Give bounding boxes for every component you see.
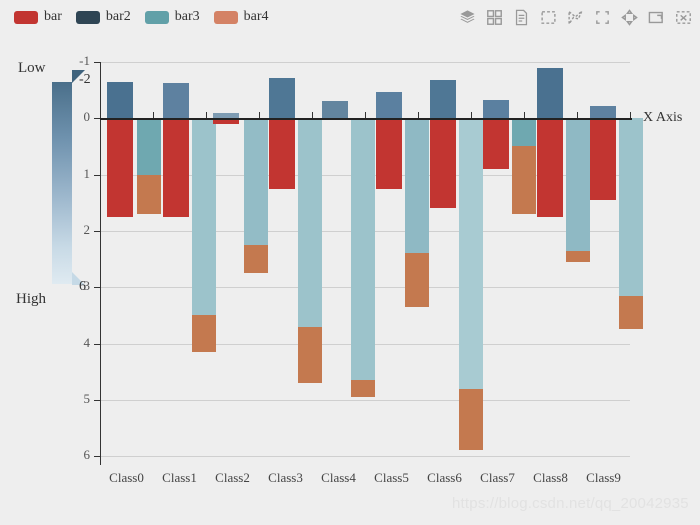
stack-icon[interactable] (459, 9, 476, 26)
bar-Class8-bar2[interactable] (537, 67, 563, 119)
bar-Class8-bar4[interactable] (566, 250, 590, 262)
bar-Class4-bar2[interactable] (322, 101, 348, 119)
watermark: https://blog.csdn.net/qq_20042935 (452, 495, 689, 512)
legend-swatch-icon (213, 10, 238, 24)
keep-select-icon[interactable] (594, 9, 611, 26)
legend-label: bar3 (174, 9, 200, 24)
y-tick-label: 2 (83, 221, 91, 237)
bar-Class0-bar4[interactable] (137, 174, 161, 214)
bar-Class0-bar3[interactable] (137, 118, 161, 175)
bar-Class6-bar2[interactable] (430, 80, 456, 119)
legend-swatch-icon (144, 10, 169, 24)
bar-Class6-bar4[interactable] (459, 388, 483, 451)
x-tick-label-Class9: Class9 (586, 470, 621, 485)
bar-Class6-bar3[interactable] (459, 118, 483, 389)
cancel-select-icon[interactable] (675, 9, 692, 26)
bar-Class0-bar2[interactable] (107, 81, 133, 119)
visual-map-min-value: -2 (79, 72, 91, 87)
bar-Class9-bar4[interactable] (619, 295, 643, 330)
restore-icon[interactable] (648, 9, 665, 26)
bar-Class0-bar[interactable] (107, 118, 133, 217)
bar-Class4-bar3[interactable] (351, 118, 375, 381)
legend-item-bar2[interactable]: bar2 (75, 9, 131, 25)
bar-Class7-bar[interactable] (483, 118, 509, 169)
legend-item-bar[interactable]: bar (14, 9, 62, 25)
bar-Class3-bar4[interactable] (298, 326, 322, 383)
bar-Class1-bar4[interactable] (192, 315, 216, 352)
legend-label: bar2 (105, 9, 131, 24)
x-axis-name: X Axis (643, 110, 683, 125)
bar-Class7-bar4[interactable] (512, 146, 536, 214)
lasso-select-icon[interactable] (567, 9, 584, 26)
gridline (100, 62, 630, 63)
gridline (100, 456, 630, 458)
bar-Class3-bar2[interactable] (269, 77, 295, 119)
legend-item-bar3[interactable]: bar3 (144, 9, 200, 25)
y-tick-label: 3 (83, 278, 91, 294)
bar-Class9-bar2[interactable] (590, 105, 616, 119)
bar-Class2-bar3[interactable] (244, 118, 268, 245)
legend-item-bar4[interactable]: bar4 (213, 9, 269, 25)
bar-Class8-bar3[interactable] (566, 118, 590, 251)
gridline (100, 399, 630, 401)
chart-legend: bar bar2 bar3 bar4 (14, 6, 283, 28)
bar-Class5-bar2[interactable] (376, 91, 402, 119)
bar-Class2-bar4[interactable] (244, 244, 268, 274)
bar-Class5-bar3[interactable] (405, 118, 429, 254)
bar-Class6-bar[interactable] (430, 118, 456, 209)
bar-Class9-bar[interactable] (590, 118, 616, 200)
rect-select-icon[interactable] (540, 9, 557, 26)
bar-Class1-bar[interactable] (163, 118, 189, 217)
y-tick-label: -1 (79, 53, 90, 68)
legend-swatch-icon (75, 10, 100, 24)
bar-Class1-bar3[interactable] (192, 118, 216, 316)
y-axis-line (100, 62, 101, 465)
legend-label: bar4 (243, 9, 269, 24)
visual-map-high-label: High (16, 291, 46, 307)
chart-canvas: bar bar2 bar3 bar4 Low -2 6 High -1 0 1 … (0, 0, 700, 525)
visual-map[interactable]: Low -2 6 High (10, 60, 102, 315)
legend-swatch-icon (14, 10, 38, 24)
bar-Class9-bar3[interactable] (619, 118, 643, 296)
bar-Class4-bar4[interactable] (351, 380, 375, 397)
visual-map-low-label: Low (18, 60, 46, 76)
bar-Class5-bar4[interactable] (405, 253, 429, 307)
y-tick-label: 0 (83, 109, 91, 125)
tile-icon[interactable] (486, 9, 503, 26)
bar-Class7-bar2[interactable] (483, 100, 509, 119)
bar-Class5-bar[interactable] (376, 118, 402, 189)
y-tick-label: 6 (83, 447, 91, 463)
bar-Class7-bar3[interactable] (512, 118, 536, 147)
y-tick-label: 1 (83, 165, 91, 181)
chart-toolbox (459, 6, 692, 28)
bar-Class1-bar2[interactable] (163, 83, 189, 119)
data-view-icon[interactable] (513, 9, 530, 26)
legend-label: bar (44, 9, 62, 24)
clear-select-icon[interactable] (621, 8, 638, 26)
x-axis-line (100, 118, 632, 120)
y-tick-label: 5 (83, 390, 91, 406)
y-tick-label: 4 (83, 334, 91, 350)
bar-Class3-bar3[interactable] (298, 118, 322, 327)
bar-Class8-bar[interactable] (537, 118, 563, 217)
bar-Class3-bar[interactable] (269, 118, 295, 189)
